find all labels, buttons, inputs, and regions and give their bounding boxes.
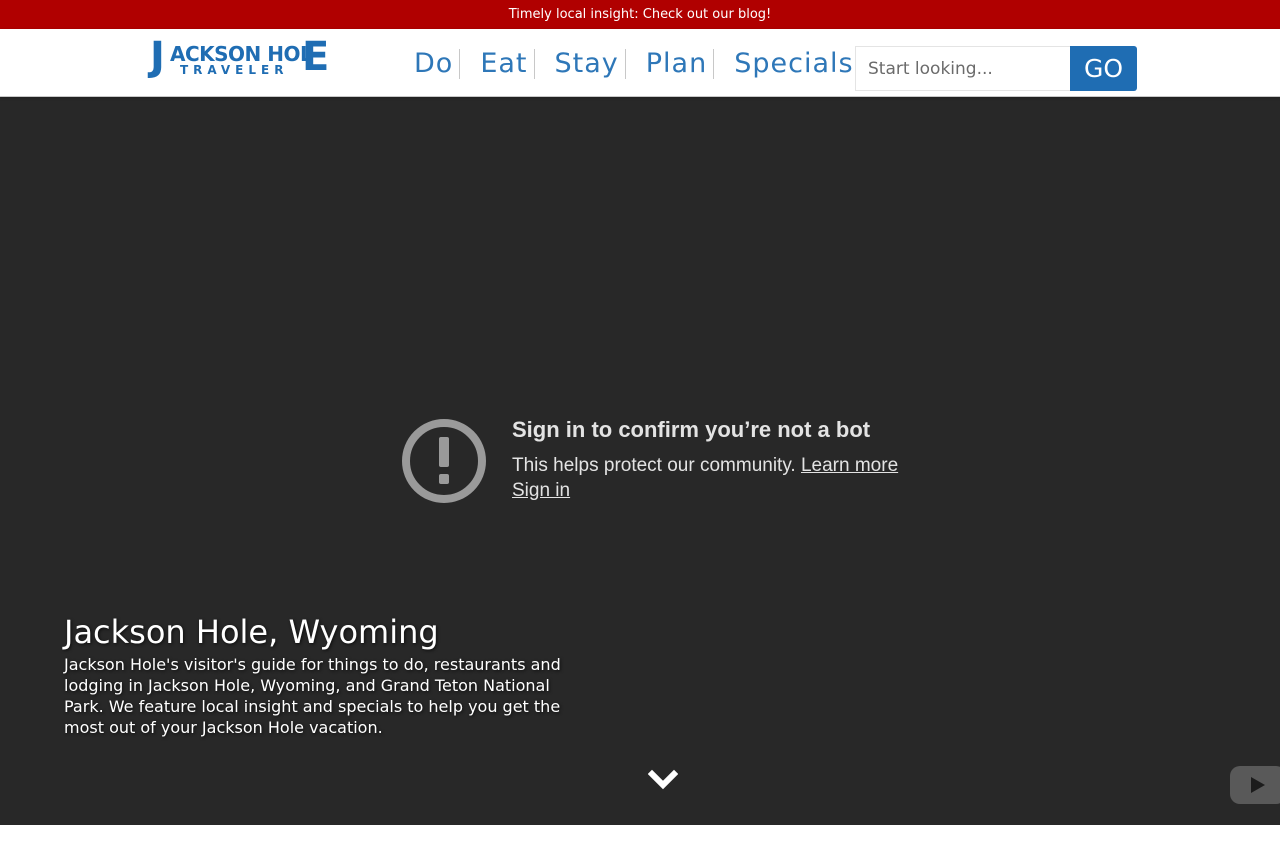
bot-check-message: Sign in to confirm you’re not a bot This… [400, 417, 920, 517]
learn-more-link[interactable]: Learn more [801, 455, 898, 476]
page-content-start [0, 825, 1280, 853]
search-form: GO [855, 46, 1137, 91]
go-button[interactable]: GO [1070, 46, 1137, 91]
site-logo[interactable]: J ACKSON HOL TRAVELER E [150, 37, 329, 83]
nav-item-eat[interactable]: Eat [474, 49, 535, 79]
hero-video[interactable]: Sign in to confirm you’re not a bot This… [0, 97, 1280, 825]
alert-circle-icon [402, 419, 486, 503]
nav-item-specials[interactable]: Specials [728, 49, 861, 79]
main-nav: Do Eat Stay Plan Specials [408, 47, 861, 81]
top-banner: Timely local insight: Check out our blog… [0, 0, 1280, 29]
blog-link[interactable]: Timely local insight: Check out our blog… [509, 7, 772, 22]
logo-main-text: ACKSON HOL [170, 42, 313, 66]
chevron-down-icon[interactable] [648, 769, 678, 791]
hero-description: Jackson Hole's visitor's guide for thing… [64, 655, 561, 737]
hero-title: Jackson Hole, Wyoming [64, 613, 439, 651]
sign-in-link[interactable]: Sign in [512, 480, 570, 502]
bot-check-text: This helps protect our community. [512, 455, 796, 476]
nav-item-do[interactable]: Do [408, 49, 461, 79]
youtube-play-icon[interactable] [1230, 766, 1280, 804]
nav-item-plan[interactable]: Plan [640, 49, 715, 79]
logo-first-letter: J [150, 34, 165, 80]
hero-text: Jackson Hole, Wyoming Jackson Hole's vis… [64, 613, 564, 738]
bot-check-description: This helps protect our community. Learn … [512, 455, 898, 477]
nav-item-stay[interactable]: Stay [549, 49, 626, 79]
logo-sub-text: TRAVELER [180, 63, 289, 77]
bot-check-title: Sign in to confirm you’re not a bot [512, 417, 871, 442]
logo-last-letter: E [302, 34, 330, 80]
site-header: J ACKSON HOL TRAVELER E Do Eat Stay Plan… [0, 29, 1280, 97]
search-input[interactable] [855, 46, 1070, 91]
